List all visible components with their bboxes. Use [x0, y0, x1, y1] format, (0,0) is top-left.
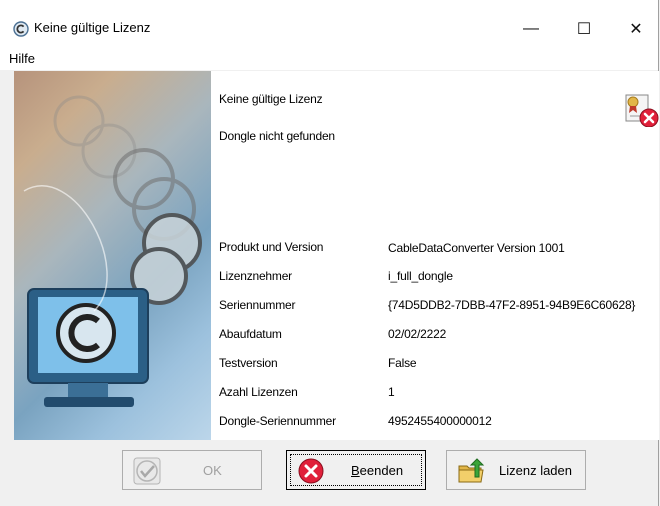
detail-label-dongle-serial: Dongle-Seriennummer	[219, 414, 336, 428]
ok-label: OK	[203, 462, 222, 478]
load-license-label: Lizenz laden	[499, 462, 572, 478]
red-x-icon	[298, 458, 324, 484]
detail-value-license-count: 1	[388, 385, 395, 399]
checkmark-icon	[133, 457, 161, 485]
license-dialog-window: Keine gültige Lizenz — ☐ ✕ Hilfe Keine g…	[0, 0, 659, 506]
detail-label-product: Produkt und Version	[219, 240, 324, 254]
message-secondary: Dongle nicht gefunden	[219, 129, 335, 143]
load-license-button[interactable]: Lizenz laden	[446, 450, 586, 490]
detail-value-dongle-serial: 4952455400000012	[388, 414, 492, 428]
detail-value-licensee: i_full_dongle	[388, 269, 453, 283]
detail-value-product: CableDataConverter Version 1001	[388, 241, 565, 255]
message-primary: Keine gültige Lizenz	[219, 92, 323, 106]
minimize-icon: —	[523, 20, 539, 37]
folder-arrow-icon	[458, 458, 485, 483]
window-title: Keine gültige Lizenz	[34, 20, 151, 35]
detail-label-license-count: Azahl Lizenzen	[219, 385, 298, 399]
title-bar[interactable]: Keine gültige Lizenz — ☐ ✕	[0, 0, 658, 48]
maximize-icon: ☐	[576, 21, 592, 38]
close-button[interactable]: ✕	[613, 14, 659, 44]
copyright-monitor-illustration	[23, 95, 202, 407]
license-info-panel: Keine gültige Lizenz Dongle nicht gefund…	[211, 71, 659, 440]
copyright-app-icon	[13, 21, 29, 37]
detail-label-trial: Testversion	[219, 356, 278, 370]
exit-label: Beenden	[351, 462, 404, 478]
detail-value-serial: {74D5DDB2-7DBB-47F2-8951-94B9E6C60628}	[388, 298, 636, 312]
maximize-button[interactable]: ☐	[561, 14, 607, 44]
menu-bar: Hilfe	[0, 48, 658, 70]
minimize-button[interactable]: —	[508, 14, 554, 44]
detail-label-licensee: Lizenznehmer	[219, 269, 292, 283]
close-icon: ✕	[629, 21, 643, 38]
exit-button[interactable]: Beenden	[286, 450, 426, 490]
menu-item-hilfe[interactable]: Hilfe	[9, 51, 35, 66]
ok-button[interactable]: OK	[122, 450, 262, 490]
detail-value-trial: False	[388, 356, 417, 370]
license-banner-image	[14, 71, 211, 440]
detail-value-expiry: 02/02/2222	[388, 327, 447, 341]
detail-label-expiry: Abaufdatum	[219, 327, 282, 341]
detail-label-serial: Seriennummer	[219, 298, 296, 312]
invalid-certificate-icon	[625, 94, 659, 127]
